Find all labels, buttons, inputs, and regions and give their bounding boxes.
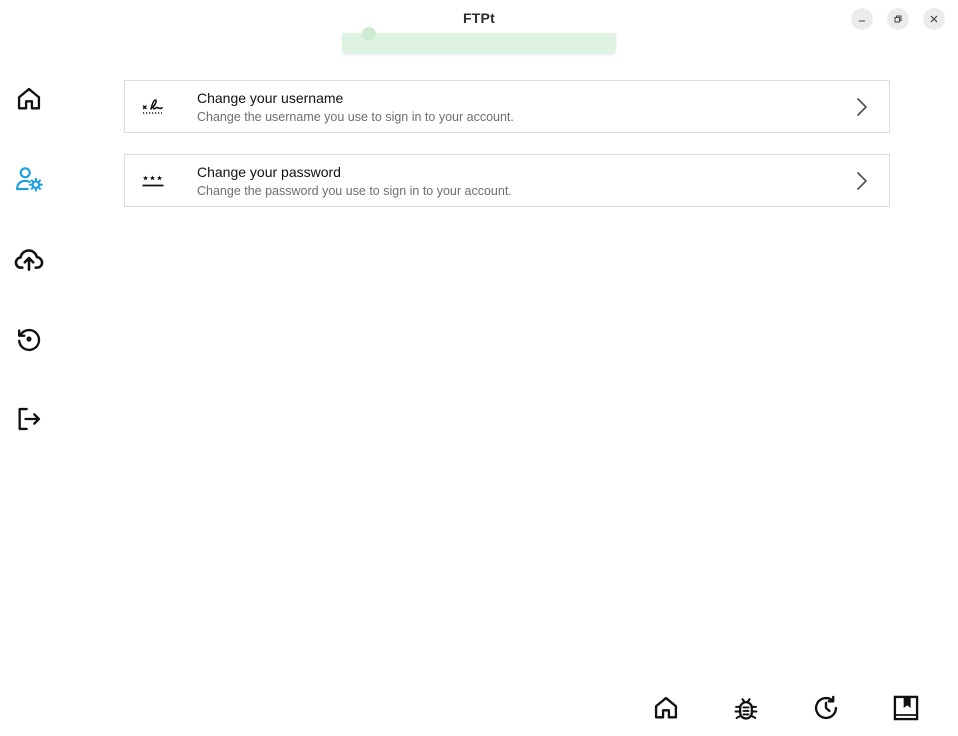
toast-status-icon [362,27,376,41]
nav-upload[interactable] [10,240,48,278]
change-password-item[interactable]: Change your password Change the password… [124,154,890,207]
toast-notification [342,27,616,54]
password-icon [142,175,164,187]
history-icon [18,328,41,352]
bottom-docs-button[interactable] [888,690,924,726]
minimize-icon [859,20,865,22]
close-icon [930,15,938,23]
bug-icon [734,698,758,720]
cloud-upload-icon [14,249,44,271]
restore-icon [894,15,902,23]
nav-history[interactable] [10,320,48,358]
logout-icon [18,407,41,431]
minimize-button[interactable] [851,8,873,30]
bottom-home-button[interactable] [648,690,684,726]
item-description: Change the password you use to sign in t… [197,184,512,198]
signature-icon [142,99,163,114]
user-gear-icon [16,167,43,192]
nav-home[interactable] [10,80,48,118]
maximize-button[interactable] [887,8,909,30]
home-icon [654,696,678,719]
app-title: FTPt [463,10,495,26]
item-title: Change your password [197,164,341,180]
item-description: Change the username you use to sign in t… [197,110,514,124]
close-button[interactable] [923,8,945,30]
home-icon [17,87,41,110]
bottom-history-button[interactable] [808,690,844,726]
bottom-bug-report-button[interactable] [728,690,764,726]
nav-logout[interactable] [10,400,48,438]
clock-refresh-icon [814,695,838,720]
item-title: Change your username [197,90,344,106]
change-username-item[interactable]: Change your username Change the username… [124,80,890,133]
book-icon [893,695,919,721]
app-window: FTPt Change your username Change the use… [0,0,958,736]
chevron-right-icon [857,98,867,116]
nav-account-settings[interactable] [10,160,48,198]
chevron-right-icon [857,172,867,190]
